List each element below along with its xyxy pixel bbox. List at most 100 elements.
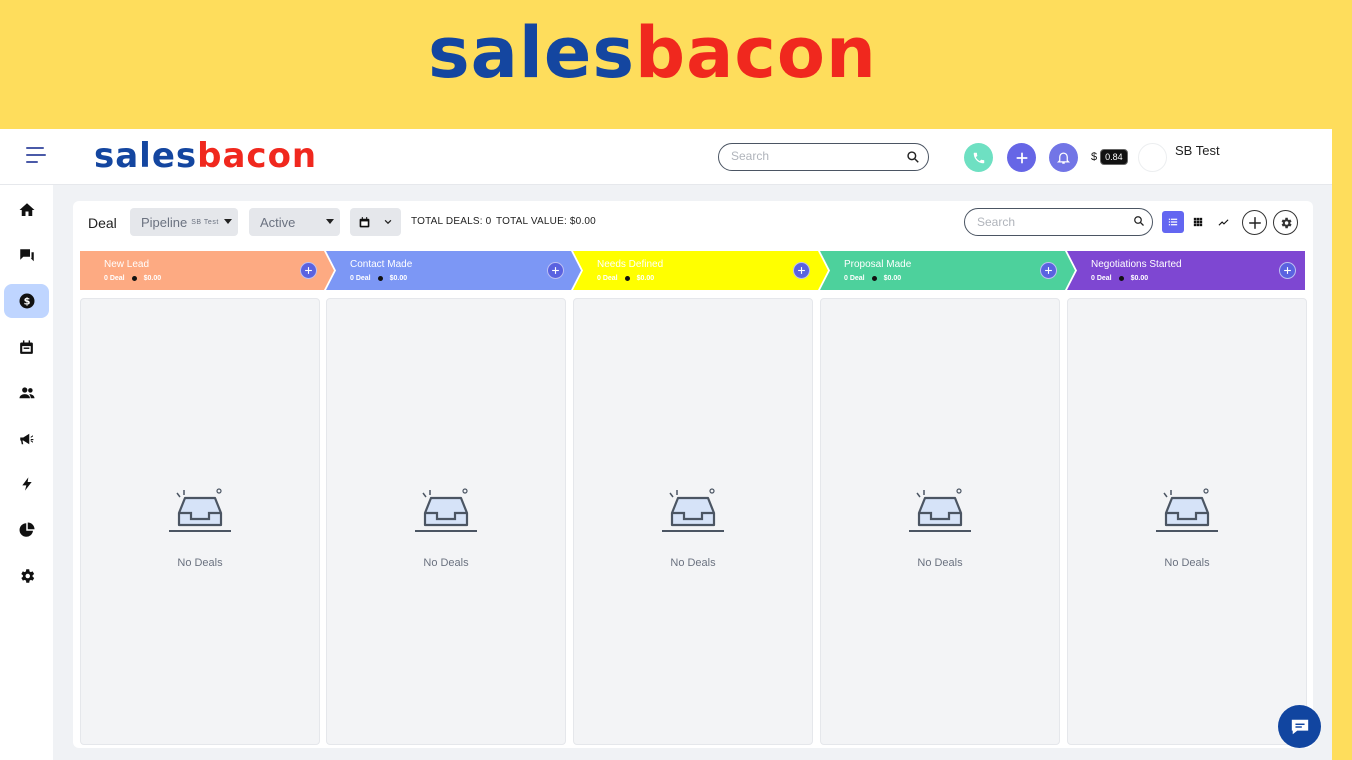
avatar[interactable] xyxy=(1138,143,1167,172)
chat-bubble-icon xyxy=(1291,719,1308,734)
stage-column-needs-defined: No Deals xyxy=(573,298,813,745)
list-icon xyxy=(1168,218,1178,226)
empty-state-text: No Deals xyxy=(670,557,716,569)
status-select[interactable]: Active xyxy=(249,208,340,236)
bolt-icon xyxy=(21,477,32,491)
list-view-button[interactable] xyxy=(1162,211,1184,233)
stage-add-button[interactable] xyxy=(300,262,317,279)
status-value: Active xyxy=(260,214,296,230)
stage-add-button[interactable] xyxy=(793,262,810,279)
empty-state: No Deals xyxy=(81,485,319,569)
empty-inbox-icon xyxy=(1156,488,1218,532)
logo-part-bacon: bacon xyxy=(635,12,877,94)
stage-stats: 0 Deal $0.00 xyxy=(350,275,407,282)
sidebar-item-conversations[interactable] xyxy=(4,239,49,273)
calendar-icon xyxy=(20,339,33,354)
stage-header-new-lead: New Lead 0 Deal $0.00 xyxy=(80,251,334,290)
stage-name: Proposal Made xyxy=(844,259,912,270)
sidebar-item-reports[interactable] xyxy=(4,513,49,547)
stage-deal-count: 0 Deal xyxy=(1091,275,1112,282)
grid-view-button[interactable] xyxy=(1187,211,1209,233)
stage-add-button[interactable] xyxy=(1040,262,1057,279)
board-settings-button[interactable] xyxy=(1273,210,1298,235)
credit-balance[interactable]: $ 0.84 xyxy=(1091,149,1128,165)
stage-header-proposal-made: Proposal Made 0 Deal $0.00 xyxy=(820,251,1075,290)
stage-stats: 0 Deal $0.00 xyxy=(1091,275,1148,282)
stage-column-negotiations-started: No Deals xyxy=(1067,298,1307,745)
empty-inbox-icon xyxy=(415,488,477,532)
stage-stats: 0 Deal $0.00 xyxy=(104,275,161,282)
empty-inbox-icon xyxy=(662,488,724,532)
user-name[interactable]: SB Test xyxy=(1175,143,1220,158)
notifications-button[interactable] xyxy=(1049,143,1078,172)
stage-header-negotiations-started: Negotiations Started 0 Deal $0.00 xyxy=(1067,251,1305,290)
caret-down-icon xyxy=(224,219,232,224)
logo-part-sales: sales xyxy=(94,136,198,176)
pie-chart-icon xyxy=(19,522,34,537)
sidebar-item-calendar[interactable] xyxy=(4,330,49,364)
stage-arrow xyxy=(80,251,334,290)
stage-name: Needs Defined xyxy=(597,259,664,270)
banner-logo: salesbacon xyxy=(428,18,898,98)
forecast-view-button[interactable] xyxy=(1212,211,1234,233)
chevron-down-icon xyxy=(384,219,392,225)
gear-icon xyxy=(1281,217,1292,228)
stage-arrow-fill xyxy=(80,251,334,290)
sidebar-item-home[interactable] xyxy=(4,193,49,227)
menu-icon[interactable] xyxy=(26,147,48,167)
gear-icon xyxy=(20,569,34,583)
stage-add-button[interactable] xyxy=(547,262,564,279)
plus-icon xyxy=(798,267,805,274)
chat-widget-button[interactable] xyxy=(1278,705,1321,748)
global-search-input[interactable] xyxy=(731,149,901,163)
add-deal-button[interactable] xyxy=(1242,210,1267,235)
stage-deal-count: 0 Deal xyxy=(350,275,371,282)
sidebar-item-deals[interactable]: $ xyxy=(4,284,49,318)
pipeline-label: Pipeline xyxy=(141,214,188,230)
sidebar-item-settings[interactable] xyxy=(4,559,49,593)
empty-state-text: No Deals xyxy=(1164,557,1210,569)
search-icon[interactable] xyxy=(1133,215,1145,227)
stage-value: $0.00 xyxy=(143,275,162,282)
empty-state: No Deals xyxy=(1068,485,1306,569)
stage-deal-count: 0 Deal xyxy=(104,275,125,282)
deal-search xyxy=(964,208,1153,236)
dollar-icon: $ xyxy=(19,293,34,309)
empty-state-text: No Deals xyxy=(177,557,223,569)
global-search xyxy=(718,143,929,171)
sidebar-item-contacts[interactable] xyxy=(4,376,49,410)
stage-value: $0.00 xyxy=(389,275,408,282)
chat-icon xyxy=(19,249,34,262)
stage-add-button[interactable] xyxy=(1279,262,1296,279)
sidebar-item-automation[interactable] xyxy=(4,467,49,501)
empty-state: No Deals xyxy=(821,485,1059,569)
sidebar-item-campaigns[interactable] xyxy=(4,422,49,456)
deal-search-input[interactable] xyxy=(977,215,1127,229)
logo-part-sales: sales xyxy=(428,12,636,94)
empty-inbox-icon xyxy=(169,488,231,532)
app-logo[interactable]: salesbacon xyxy=(94,139,349,175)
stage-arrow xyxy=(573,251,828,290)
stage-name: New Lead xyxy=(104,259,150,270)
stage-column-contact-made: No Deals xyxy=(326,298,566,745)
date-filter[interactable] xyxy=(350,208,401,236)
stage-value: $0.00 xyxy=(636,275,655,282)
stage-stats: 0 Deal $0.00 xyxy=(844,275,901,282)
stage-header-needs-defined: Needs Defined 0 Deal $0.00 xyxy=(573,251,828,290)
empty-inbox-icon xyxy=(909,488,971,532)
page-title: Deal xyxy=(88,215,117,231)
grid-icon xyxy=(1193,217,1203,227)
stage-deal-count: 0 Deal xyxy=(844,275,865,282)
caret-down-icon xyxy=(326,219,334,224)
plus-icon xyxy=(1015,151,1028,164)
deals-board: Deal Pipeline SB Test Active TOTAL DEALS… xyxy=(73,201,1313,748)
pipeline-select[interactable]: Pipeline SB Test xyxy=(130,208,238,236)
quick-add-button[interactable] xyxy=(1007,143,1036,172)
plus-icon xyxy=(1045,267,1052,274)
call-button[interactable] xyxy=(964,143,993,172)
stage-deal-count: 0 Deal xyxy=(597,275,618,282)
trend-icon xyxy=(1218,218,1228,226)
total-deals: TOTAL DEALS: 0 xyxy=(411,216,492,227)
plus-icon xyxy=(1248,216,1261,229)
search-icon[interactable] xyxy=(906,150,920,164)
